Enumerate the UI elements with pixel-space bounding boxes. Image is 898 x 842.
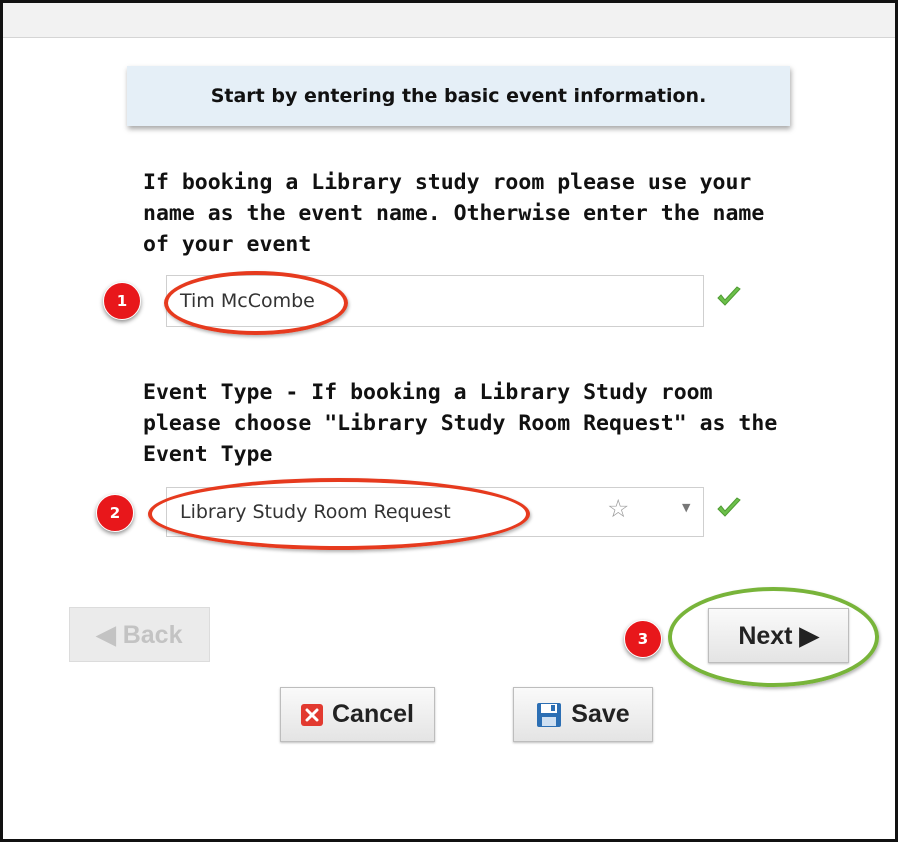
save-disk-icon <box>537 702 562 727</box>
save-button-label: Save <box>571 700 630 728</box>
event-name-value: Tim McCombe <box>180 290 315 312</box>
annotation-badge-2: 2 <box>96 494 134 532</box>
checkmark-icon <box>717 497 741 517</box>
next-button-label: Next ▶ <box>738 621 819 650</box>
annotation-badge-1: 1 <box>103 282 141 320</box>
cancel-button-label: Cancel <box>332 700 414 728</box>
event-type-value: Library Study Room Request <box>180 501 451 523</box>
star-icon[interactable]: ☆ <box>607 494 629 523</box>
checkmark-icon <box>717 286 741 306</box>
cancel-icon <box>301 703 323 726</box>
banner-text: Start by entering the basic event inform… <box>210 85 707 107</box>
instruction-banner: Start by entering the basic event inform… <box>127 66 790 126</box>
back-button-label: ◀ Back <box>96 620 183 649</box>
next-button[interactable]: Next ▶ <box>708 608 849 663</box>
dropdown-caret-icon[interactable]: ▼ <box>682 501 690 514</box>
top-bar <box>3 3 895 38</box>
back-button[interactable]: ◀ Back <box>69 607 210 662</box>
save-button[interactable]: Save <box>513 687 653 742</box>
event-type-label: Event Type - If booking a Library Study … <box>143 380 778 467</box>
event-name-label: If booking a Library study room please u… <box>143 170 765 257</box>
annotation-badge-3: 3 <box>624 620 662 658</box>
cancel-button[interactable]: Cancel <box>280 687 435 742</box>
event-name-input[interactable]: Tim McCombe <box>166 275 704 327</box>
